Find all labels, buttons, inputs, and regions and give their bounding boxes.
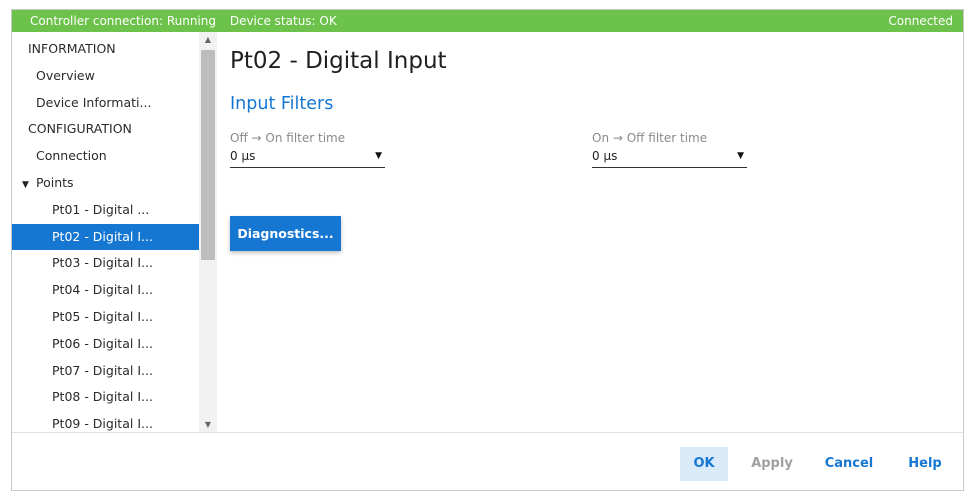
sidebar-item-pt04-digital-i[interactable]: Pt04 - Digital I... [12, 277, 199, 304]
sidebar-item-pt01-digital[interactable]: Pt01 - Digital ... [12, 197, 199, 224]
sidebar-scrollbar[interactable]: ▲ ▼ [199, 32, 217, 432]
sidebar-item-label: Pt03 - Digital I... [52, 255, 153, 271]
sidebar-item-label: Pt05 - Digital I... [52, 308, 153, 324]
on-off-filter-field: On → Off filter time 0 µs ▼ [592, 130, 747, 168]
cancel-button[interactable]: Cancel [823, 447, 875, 481]
scrollbar-thumb[interactable] [201, 50, 215, 260]
off-on-filter-field: Off → On filter time 0 µs ▼ [230, 130, 385, 168]
sidebar-item-pt03-digital-i[interactable]: Pt03 - Digital I... [12, 250, 199, 277]
page-title: Pt02 - Digital Input [230, 48, 447, 74]
off-on-filter-label: Off → On filter time [230, 131, 346, 145]
sidebar-item-overview[interactable]: Overview [12, 63, 199, 90]
main-content: Pt02 - Digital Input Input Filters Off →… [217, 32, 963, 432]
sidebar-item-label: Pt01 - Digital ... [52, 201, 150, 217]
sidebar-item-label: Pt04 - Digital I... [52, 282, 153, 298]
sidebar-item-pt05-digital-i[interactable]: Pt05 - Digital I... [12, 304, 199, 331]
sidebar-nav-list: INFORMATION Overview Device Informati... CO… [12, 36, 199, 432]
scroll-down-arrow-icon[interactable]: ▼ [199, 420, 217, 429]
sidebar-item-label: Overview [36, 67, 95, 83]
sidebar-section-configuration: CONFIGURATION [12, 116, 199, 143]
off-on-filter-select[interactable]: 0 µs ▼ [230, 146, 385, 168]
sidebar-item-pt08-digital-i[interactable]: Pt08 - Digital I... [12, 384, 199, 411]
device-config-window: Controller connection: Running Device st… [11, 9, 964, 491]
sidebar-item-label: Connection [36, 148, 107, 164]
chevron-down-icon: ▼ [375, 151, 382, 161]
sidebar-item-label: Pt09 - Digital I... [52, 416, 153, 432]
on-off-filter-value: 0 µs [592, 149, 618, 163]
sidebar-item-pt06-digital-i[interactable]: Pt06 - Digital I... [12, 331, 199, 358]
sidebar-item-label: Pt07 - Digital I... [52, 362, 153, 378]
sidebar-item-pt09-digital-i[interactable]: Pt09 - Digital I... [12, 411, 199, 432]
footer-divider [12, 432, 963, 433]
controller-connection-status: Controller connection: Running [30, 14, 216, 28]
sidebar-item-label: Pt08 - Digital I... [52, 389, 153, 405]
sidebar-item-connection[interactable]: Connection [12, 143, 199, 170]
on-off-filter-label: On → Off filter time [592, 131, 708, 145]
diagnostics-button[interactable]: Diagnostics... [230, 216, 341, 251]
sidebar-item-label: Points [36, 174, 74, 190]
off-on-filter-value: 0 µs [230, 149, 256, 163]
section-title-input-filters: Input Filters [230, 94, 334, 114]
apply-button[interactable]: Apply [747, 447, 797, 481]
sidebar-item-pt02-digital-i[interactable]: Pt02 - Digital I... [12, 223, 199, 251]
triangle-down-icon[interactable]: ▼ [22, 172, 36, 199]
sidebar-item-device-informati[interactable]: Device Informati... [12, 90, 199, 117]
chevron-down-icon: ▼ [737, 151, 744, 161]
sidebar-item-label: Device Informati... [36, 94, 152, 110]
status-bar: Controller connection: Running Device st… [12, 10, 963, 32]
sidebar-item-label: Pt06 - Digital I... [52, 335, 153, 351]
ok-button[interactable]: OK [680, 447, 728, 481]
sidebar-item-label: INFORMATION [28, 41, 116, 56]
sidebar-item-points[interactable]: ▼ Points [12, 170, 199, 197]
connection-state: Connected [888, 14, 953, 28]
sidebar-item-label: CONFIGURATION [28, 121, 132, 137]
status-left: Controller connection: Running Device st… [30, 10, 337, 32]
help-button[interactable]: Help [902, 447, 948, 481]
on-off-filter-select[interactable]: 0 µs ▼ [592, 146, 747, 168]
sidebar: INFORMATION Overview Device Informati... CO… [12, 32, 217, 432]
sidebar-item-pt07-digital-i[interactable]: Pt07 - Digital I... [12, 358, 199, 385]
sidebar-item-label: Pt02 - Digital I... [52, 228, 153, 244]
device-status: Device status: OK [229, 14, 337, 28]
sidebar-section-information: INFORMATION [12, 36, 199, 63]
scroll-up-arrow-icon[interactable]: ▲ [199, 35, 217, 44]
